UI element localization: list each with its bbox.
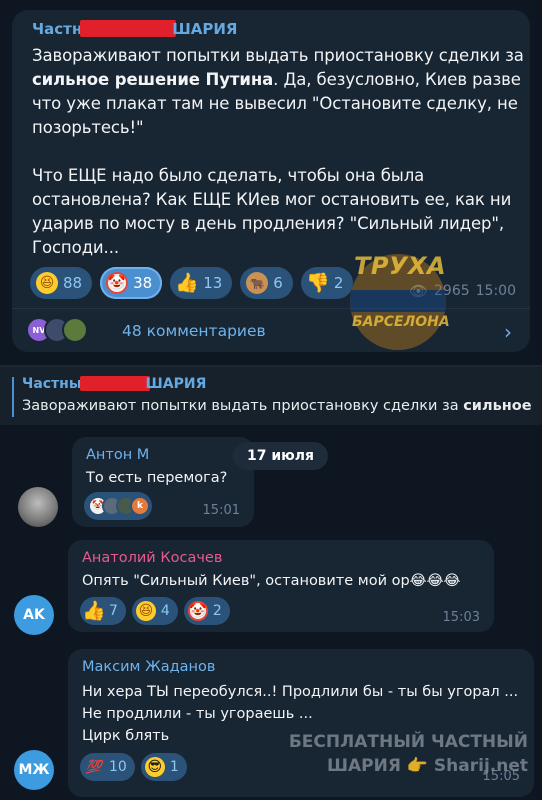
- post-text-part: Завораживают попытки выдать приостановку…: [32, 46, 524, 65]
- message-reactions: 🤡 k: [84, 492, 152, 520]
- thumbs-up-icon: 👍: [175, 271, 200, 294]
- reaction-user-avatars: 🤡 k: [88, 496, 150, 516]
- reply-accent-bar: [12, 377, 14, 417]
- reaction-count: 13: [203, 274, 223, 292]
- message-text: Опять "Сильный Киев", остановите мой ор😂…: [82, 573, 461, 589]
- reaction-count: 4: [160, 603, 170, 619]
- author-name-end: ШАРИЯ: [172, 20, 238, 38]
- message-time: 15:03: [442, 610, 480, 625]
- post-paragraph-1: Завораживают попытки выдать приостановку…: [32, 44, 524, 140]
- message-text: То есть перемога?: [86, 470, 228, 486]
- clown-emoji-icon: 🤡: [106, 272, 129, 294]
- author-name-start: Частн: [32, 20, 83, 38]
- avatar: [62, 317, 88, 343]
- sender-name[interactable]: Анатолий Косачев: [82, 550, 222, 566]
- logo-text-bottom: БАРСЕЛОНА: [352, 314, 450, 330]
- date-badge: 17 июля: [233, 442, 329, 470]
- post-text: Завораживают попытки выдать приостановку…: [32, 44, 524, 260]
- chat-message: Антон М То есть перемога? 🤡 k 15:01: [72, 437, 254, 527]
- author-name-start: Частны: [22, 376, 82, 392]
- logo-text-top: ТРУХА: [354, 252, 447, 280]
- reaction-clown[interactable]: 🤡 2: [183, 597, 230, 625]
- post-author[interactable]: Частн ШАРИЯ: [32, 20, 237, 38]
- pinned-text: Завораживают попытки выдать приостановку…: [22, 398, 538, 414]
- pinned-author: Частны ШАРИЯ: [22, 376, 206, 392]
- cool-emoji-icon: 😎: [144, 757, 165, 777]
- reaction-count: 10: [109, 759, 127, 775]
- reaction-count: 6: [273, 274, 283, 292]
- chat-message: Анатолий Косачев Опять "Сильный Киев", о…: [68, 540, 494, 632]
- reaction-bull[interactable]: 🐂 6: [240, 267, 293, 299]
- reaction-thumbs-up[interactable]: 👍 7: [80, 597, 126, 625]
- pinned-text-part: Завораживают попытки выдать приостановку…: [22, 398, 464, 414]
- reaction-laugh[interactable]: 😆 88: [30, 267, 93, 299]
- hundred-emoji-icon: 💯: [85, 759, 103, 775]
- chevron-right-icon: ›: [504, 320, 512, 344]
- watermark-line: БЕСПЛАТНЫЙ ЧАСТНЫЙ: [288, 732, 528, 752]
- avatar[interactable]: МЖ: [14, 750, 54, 790]
- message-line: Не продлили - ты угораешь ...: [82, 706, 313, 722]
- reaction-clown[interactable]: 🤡 k: [84, 492, 152, 520]
- reaction-hundred[interactable]: 💯 10: [80, 753, 135, 781]
- sender-name[interactable]: Антон М: [86, 447, 149, 463]
- author-name-end: ШАРИЯ: [145, 376, 207, 392]
- censor-bar: [80, 20, 177, 37]
- reaction-count: 38: [133, 274, 153, 292]
- avatar[interactable]: [18, 487, 58, 527]
- message-line: Цирк блять: [82, 728, 170, 744]
- laugh-emoji-icon: 😆: [36, 272, 58, 294]
- post-time: 15:00: [475, 283, 516, 299]
- message-line: Ни хера ТЫ переобулся..! Продлили бы - т…: [82, 684, 519, 700]
- reaction-laugh[interactable]: 😆 4: [131, 597, 178, 625]
- post-reactions: 😆 88 🤡 38 👍 13 🐂 6 👎 2: [30, 267, 354, 299]
- pinned-text-bold: сильное ...: [463, 398, 538, 414]
- clown-emoji-icon: 🤡: [187, 601, 208, 621]
- watermark-text: БЕСПЛАТНЫЙ ЧАСТНЫЙ ШАРИЯ 👉 Sharij.net: [289, 730, 528, 778]
- laugh-emoji-icon: 😆: [135, 601, 156, 621]
- censor-bar: [79, 376, 150, 391]
- watermark-line: ШАРИЯ 👉 Sharij.net: [326, 756, 528, 776]
- thumbs-up-icon: 👍: [82, 599, 106, 622]
- reaction-count: 88: [63, 274, 83, 292]
- post-text-bold: сильное решение Путина: [32, 70, 274, 89]
- avatar[interactable]: AK: [14, 595, 54, 635]
- replied-post-preview[interactable]: Частны ШАРИЯ Завораживают попытки выдать …: [0, 367, 542, 425]
- bull-emoji-icon: 🐂: [246, 272, 269, 294]
- reaction-count: 2: [212, 603, 222, 619]
- commenter-avatars: NV: [26, 317, 88, 343]
- reaction-thumbs-up[interactable]: 👍 13: [170, 267, 233, 299]
- message-time: 15:01: [202, 503, 240, 518]
- channel-post: Частн ШАРИЯ Завораживают попытки выдать п…: [12, 10, 530, 352]
- reaction-cool[interactable]: 😎 1: [140, 753, 187, 781]
- sender-name[interactable]: Максим Жаданов: [82, 659, 215, 675]
- reaction-count: 7: [109, 603, 118, 619]
- reaction-count: 1: [169, 759, 179, 775]
- comments-count-label: 48 комментариев: [122, 322, 266, 340]
- message-reactions: 💯 10 😎 1: [80, 753, 187, 781]
- message-reactions: 👍 7 😆 4 🤡 2: [80, 597, 230, 625]
- avatar: k: [130, 496, 150, 516]
- thumbs-down-icon: 👎: [306, 271, 330, 294]
- comments-chat: Частны ШАРИЯ Завораживают попытки выдать …: [0, 365, 542, 800]
- reaction-clown[interactable]: 🤡 38: [100, 267, 163, 299]
- watermark-logo: ТРУХА БАРСЕЛОНА: [340, 240, 456, 350]
